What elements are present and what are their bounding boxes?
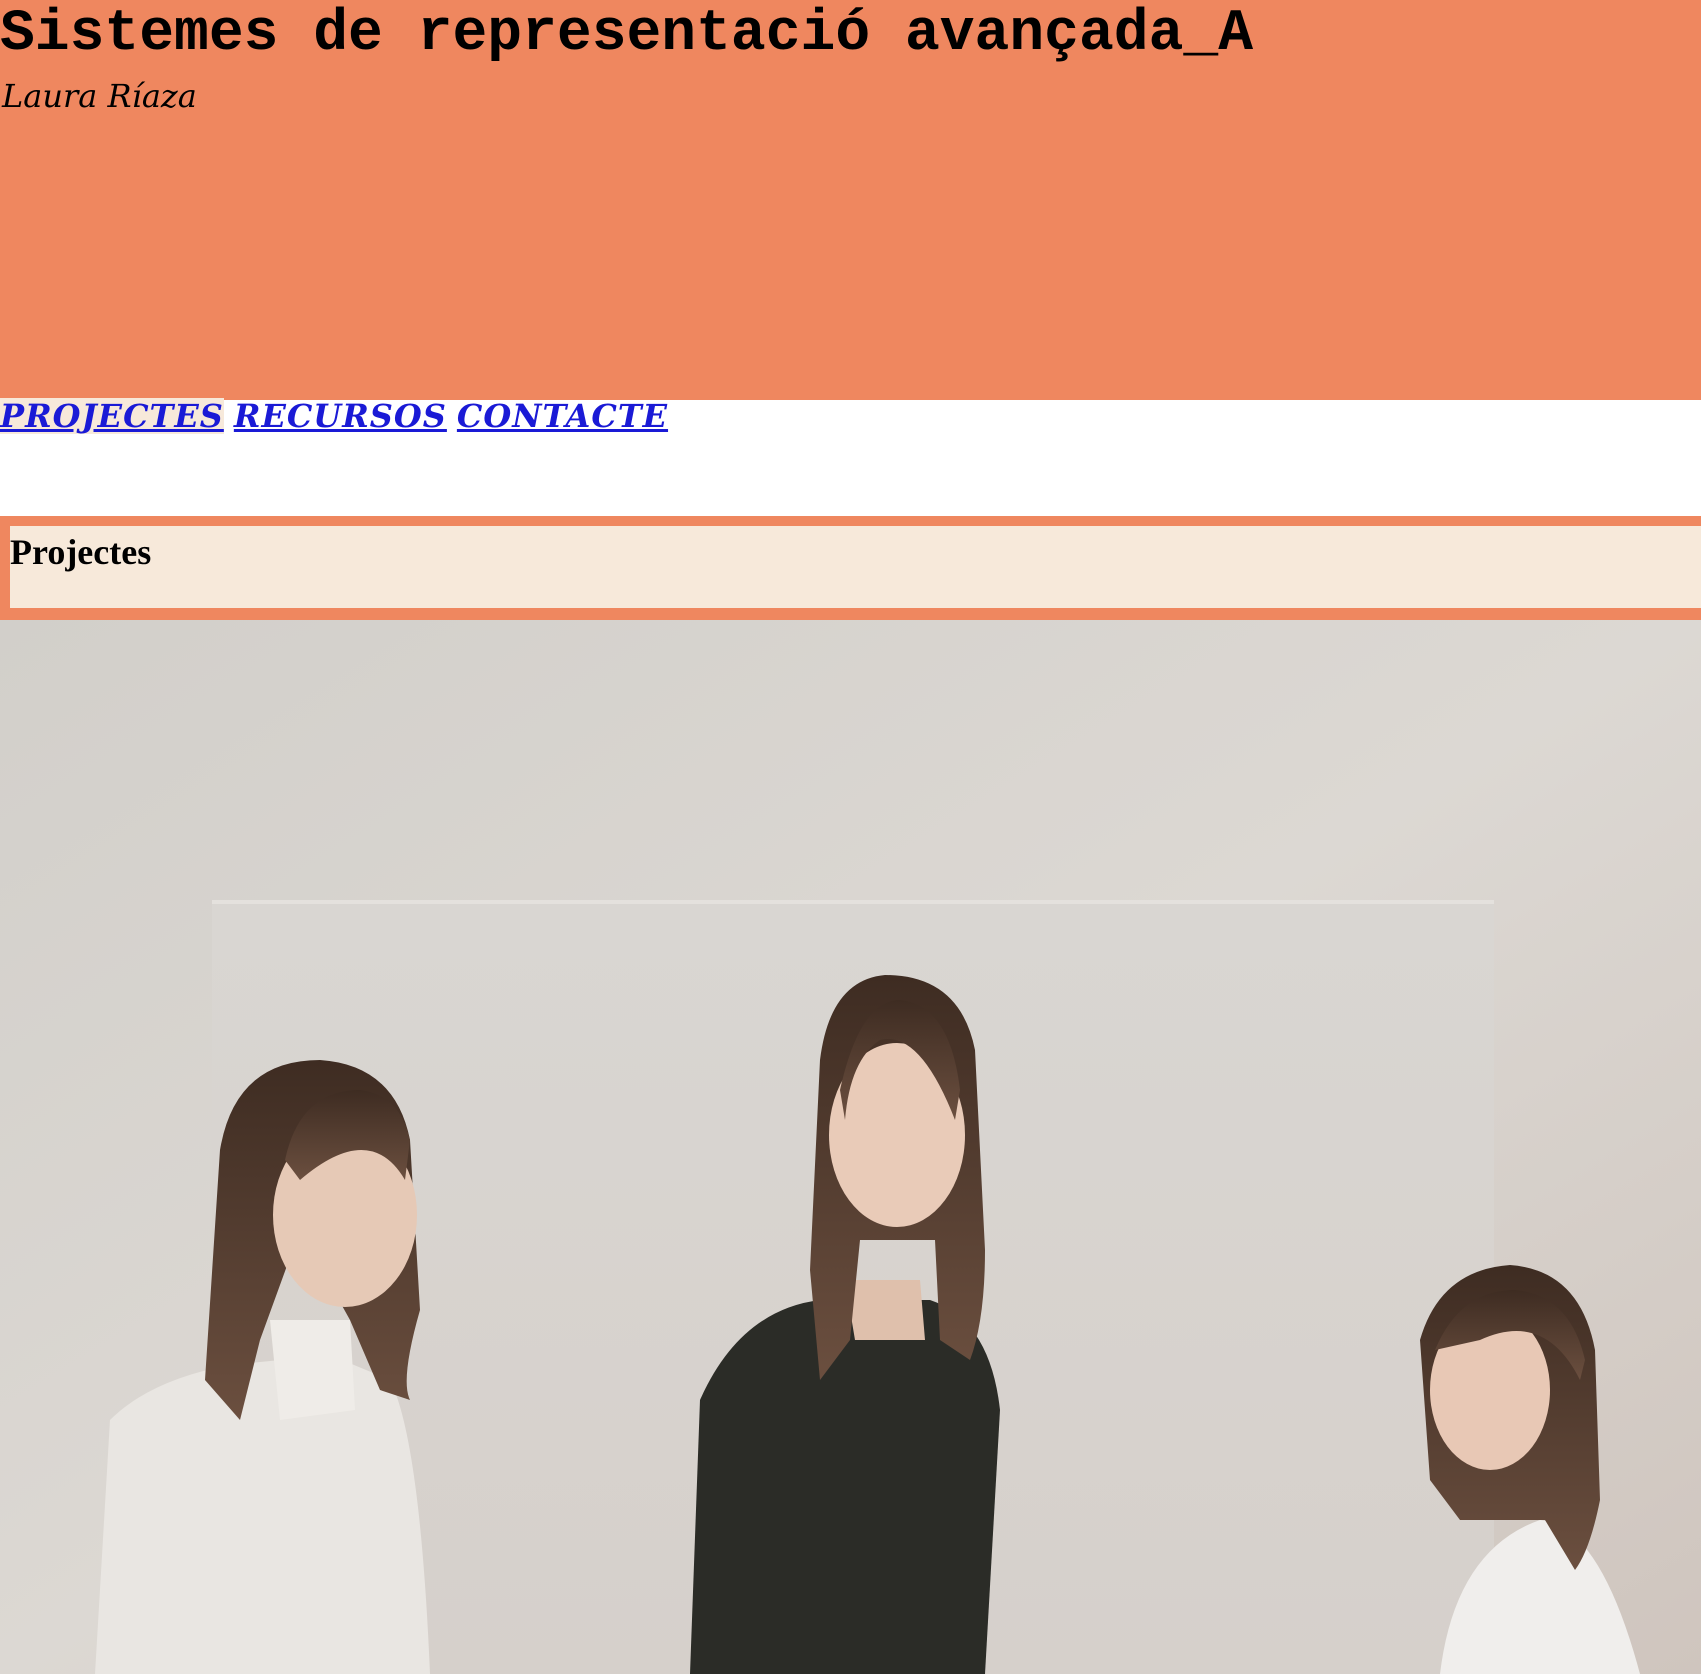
hero-image — [0, 620, 1701, 1674]
site-title: Sistemes de representació avançada_A — [0, 2, 1254, 67]
nav-link-contacte[interactable]: CONTACTE — [457, 398, 668, 434]
main-nav: PROJECTES RECURSOS CONTACTE — [0, 398, 674, 438]
nav-link-projectes[interactable]: PROJECTES — [0, 398, 224, 434]
projects-section-box: Projectes — [10, 526, 1701, 608]
hero-photo-illustration — [0, 620, 1701, 1674]
author-name: Laura Ríaza — [2, 77, 197, 115]
projects-section-band: Projectes — [0, 516, 1701, 620]
nav-link-recursos[interactable]: RECURSOS — [234, 398, 447, 434]
section-title: Projectes — [10, 532, 152, 572]
site-header: Sistemes de representació avançada_A Lau… — [0, 0, 1701, 400]
